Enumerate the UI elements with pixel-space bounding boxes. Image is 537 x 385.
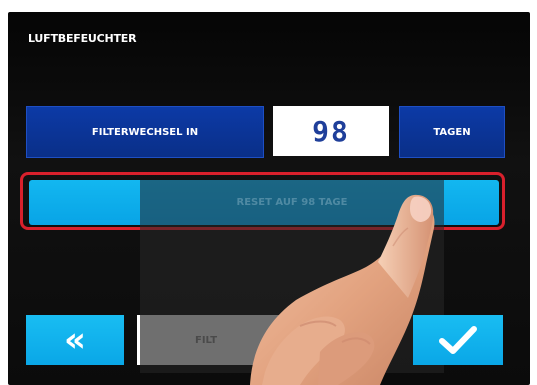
filter-change-label: FILTERWECHSEL IN <box>26 106 264 158</box>
double-chevron-left-icon: « <box>64 320 86 360</box>
photo-frame: LUFTBEFEUCHTER FILTERWECHSEL IN 98 TAGEN… <box>0 0 537 385</box>
screen-title: LUFTBEFEUCHTER <box>28 32 137 45</box>
filter-days-value: 98 <box>273 106 389 156</box>
filter-tab[interactable]: FILT <box>137 315 387 365</box>
reset-button-label: RESET AUF 98 TAGE <box>236 197 348 208</box>
back-button[interactable]: « <box>26 315 124 365</box>
filter-days-unit: TAGEN <box>399 106 505 158</box>
checkmark-icon <box>439 326 477 354</box>
filter-tab-label: FILT <box>195 334 218 346</box>
confirm-button[interactable] <box>413 315 503 365</box>
